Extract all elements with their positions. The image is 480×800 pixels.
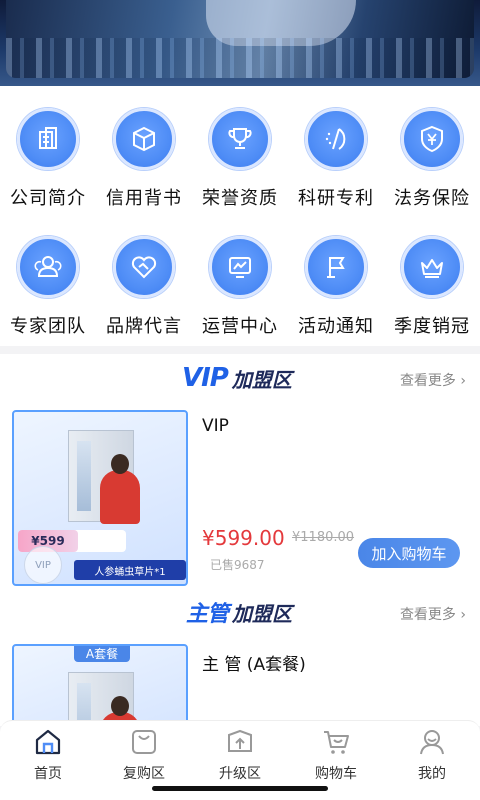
grid-item-honors[interactable]: 荣誉资质 (192, 108, 288, 218)
grid-item-operations[interactable]: 运营中心 (192, 236, 288, 346)
view-more-link[interactable]: 查看更多 › (400, 370, 466, 390)
product-thumbnail[interactable]: ¥599 VIP 人参蛹虫草片*1 (12, 410, 188, 586)
vip-product-card[interactable]: ¥599 VIP 人参蛹虫草片*1 VIP ¥599.00 ¥1180.00 已… (0, 402, 480, 588)
grid-item-top-sales[interactable]: 季度销冠 (384, 236, 480, 346)
cart-icon (321, 727, 351, 757)
tab-mine[interactable]: 我的 (384, 727, 480, 783)
grid-item-patents[interactable]: 科研专利 (288, 108, 384, 218)
yen-shield-icon (401, 108, 463, 170)
tab-label: 购物车 (315, 766, 357, 782)
view-more-link[interactable]: 查看更多 › (400, 604, 466, 624)
top-banner[interactable] (0, 0, 480, 92)
vip-section-header: VIP 加盟区 查看更多 › (0, 354, 480, 402)
grid-label: 活动通知 (298, 316, 374, 337)
tab-repurchase[interactable]: 复购区 (96, 727, 192, 783)
grid-label: 科研专利 (298, 188, 374, 209)
tab-label: 升级区 (219, 766, 261, 782)
grid-item-legal[interactable]: 法务保险 (384, 108, 480, 218)
tab-label: 首页 (34, 766, 62, 782)
team-icon (17, 236, 79, 298)
product-thumbnail[interactable]: A套餐 (12, 644, 188, 726)
grid-item-company-intro[interactable]: 公司简介 (0, 108, 96, 218)
grid-item-experts[interactable]: 专家团队 (0, 236, 96, 346)
grid-label: 季度销冠 (394, 316, 470, 337)
grid-label: 法务保险 (394, 188, 470, 209)
product-sold-count: 已售9687 (210, 558, 265, 572)
chevron-right-icon: › (455, 607, 466, 623)
home-indicator (152, 786, 328, 791)
feature-grid: 公司简介 信用背书 荣誉资质 科研专利 法务保险 专家团队 品牌代言 运营中心 … (0, 92, 480, 346)
tab-home[interactable]: 首页 (0, 727, 96, 783)
flag-icon (305, 236, 367, 298)
tab-label: 复购区 (123, 766, 165, 782)
home-icon (33, 727, 63, 757)
thumb-ribbon: 人参蛹虫草片*1 (74, 560, 186, 580)
upgrade-box-icon (225, 727, 255, 757)
sparkle-stick-icon (305, 108, 367, 170)
grid-label: 荣誉资质 (202, 188, 278, 209)
grid-item-notices[interactable]: 活动通知 (288, 236, 384, 346)
vip-stamp: VIP (24, 546, 62, 584)
building-icon (17, 108, 79, 170)
thumb-package-tag: A套餐 (74, 646, 130, 662)
grid-label: 运营中心 (202, 316, 278, 337)
director-section-header: 主管 加盟区 查看更多 › (0, 588, 480, 636)
add-to-cart-button[interactable]: 加入购物车 (358, 538, 460, 568)
cube-icon (113, 108, 175, 170)
grid-label: 专家团队 (10, 316, 86, 337)
grid-item-brand[interactable]: 品牌代言 (96, 236, 192, 346)
grid-label: 品牌代言 (106, 316, 182, 337)
tab-cart[interactable]: 购物车 (288, 727, 384, 783)
user-icon (417, 727, 447, 757)
crown-icon (401, 236, 463, 298)
tab-label: 我的 (418, 766, 446, 782)
banner-image (6, 0, 474, 78)
bag-icon (129, 727, 159, 757)
director-product-card[interactable]: A套餐 主 管 (A套餐) (0, 636, 480, 726)
product-price: ¥599.00 (202, 526, 285, 550)
grid-label: 信用背书 (106, 188, 182, 209)
grid-label: 公司简介 (10, 188, 86, 209)
grid-item-credit[interactable]: 信用背书 (96, 108, 192, 218)
section-title: VIP 加盟区 (182, 363, 292, 393)
chevron-right-icon: › (455, 373, 466, 389)
product-old-price: ¥1180.00 (292, 530, 355, 545)
product-name: 主 管 (A套餐) (202, 655, 306, 675)
section-title: 主管 加盟区 (186, 601, 293, 628)
tab-upgrade[interactable]: 升级区 (192, 727, 288, 783)
heart-handshake-icon (113, 236, 175, 298)
trophy-icon (209, 108, 271, 170)
monitor-chart-icon (209, 236, 271, 298)
product-name: VIP (202, 416, 229, 436)
